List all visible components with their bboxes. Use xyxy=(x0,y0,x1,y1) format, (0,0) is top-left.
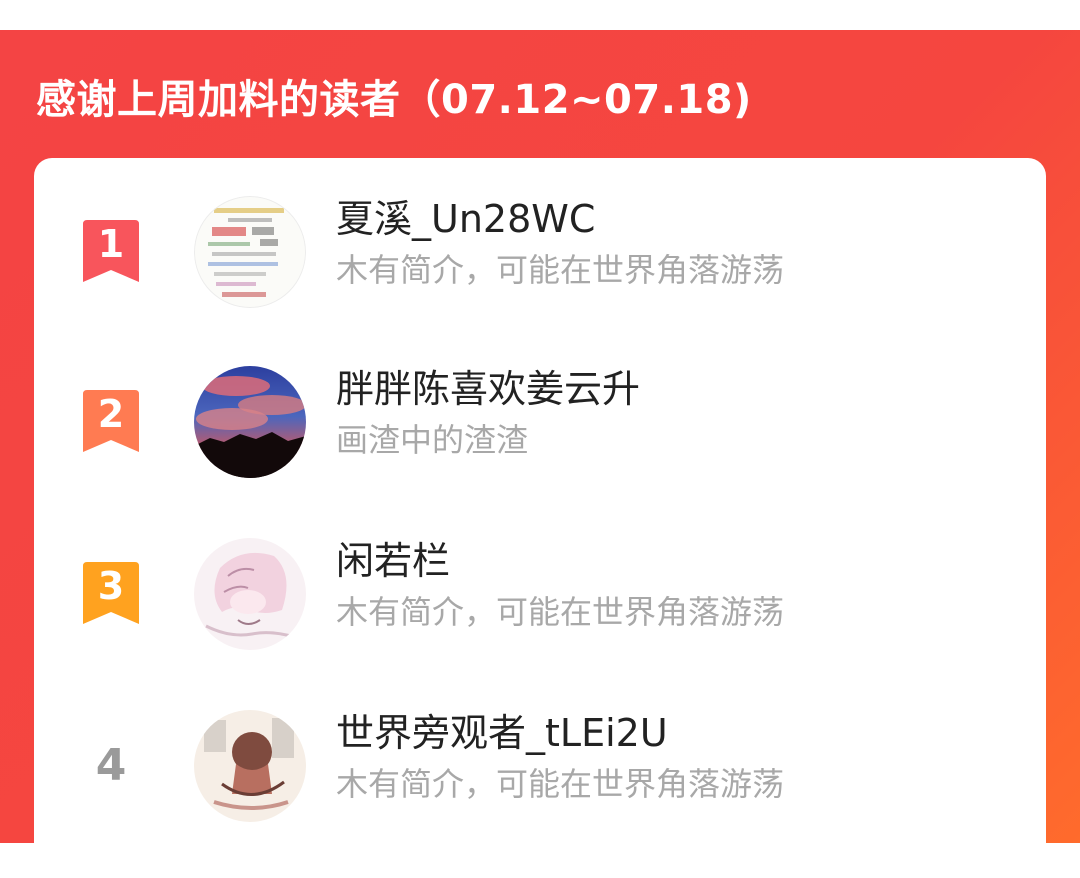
reader-name[interactable]: 闲若栏 xyxy=(336,536,450,586)
rank-number: 3 xyxy=(97,564,125,608)
avatar-text-collage-icon xyxy=(194,196,306,308)
avatar[interactable] xyxy=(194,366,306,478)
avatar[interactable] xyxy=(194,538,306,650)
rank-number: 2 xyxy=(97,392,125,436)
rank-1-badge: 1 xyxy=(81,220,141,284)
rank-3-badge: 3 xyxy=(81,562,141,626)
rank-number: 4 xyxy=(95,740,127,791)
reader-row-3[interactable]: 3 闲若栏 木有简介，可能在世界角落游荡 xyxy=(34,534,1046,654)
reader-ranking-card: 1 夏溪_Un28WC 木有简介，可能在世界角落游荡 2 胖胖陈喜欢姜云升 画渣… xyxy=(34,158,1046,878)
reader-bio: 画渣中的渣渣 xyxy=(336,421,529,459)
banner-title: 感谢上周加料的读者（07.12~07.18) xyxy=(36,77,752,123)
avatar-anime-girl-icon xyxy=(194,538,306,650)
avatar[interactable] xyxy=(194,710,306,822)
reader-bio: 木有简介，可能在世界角落游荡 xyxy=(336,765,785,803)
reader-name[interactable]: 胖胖陈喜欢姜云升 xyxy=(336,364,640,414)
top-strip xyxy=(0,0,1080,30)
reader-name[interactable]: 世界旁观者_tLEi2U xyxy=(336,708,668,758)
rank-number: 1 xyxy=(97,222,125,266)
reader-bio: 木有简介，可能在世界角落游荡 xyxy=(336,251,785,289)
reader-row-4[interactable]: 4 世界旁观者_tLEi2U 木有简介，可能在世界角落游荡 xyxy=(34,706,1046,826)
reader-row-1[interactable]: 1 夏溪_Un28WC 木有简介，可能在世界角落游荡 xyxy=(34,192,1046,312)
reader-row-2[interactable]: 2 胖胖陈喜欢姜云升 画渣中的渣渣 xyxy=(34,362,1046,482)
reader-bio: 木有简介，可能在世界角落游荡 xyxy=(336,593,785,631)
reader-name[interactable]: 夏溪_Un28WC xyxy=(336,194,595,244)
rank-2-badge: 2 xyxy=(81,390,141,454)
avatar[interactable] xyxy=(194,196,306,308)
avatar-sketch-character-icon xyxy=(194,710,306,822)
avatar-sunset-clouds-icon xyxy=(194,366,306,478)
